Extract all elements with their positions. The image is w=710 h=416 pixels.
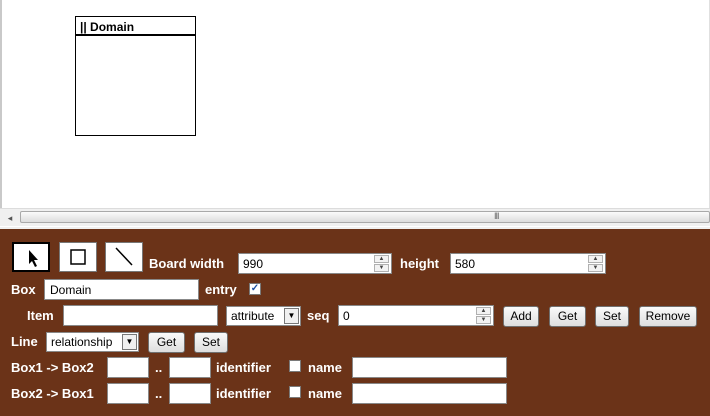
line-type-value: relationship: [51, 335, 113, 349]
identifier-label: identifier: [216, 386, 271, 401]
uml-box-title: || Domain: [76, 17, 195, 36]
box-tool-button[interactable]: [59, 242, 97, 272]
board-height-spinner[interactable]: ▲▼: [450, 253, 606, 274]
item-input[interactable]: [63, 305, 218, 326]
spinner-arrows-icon[interactable]: ▲ ▼: [476, 307, 491, 324]
get-item-button[interactable]: Get: [549, 306, 586, 327]
scrollbar-grip-icon: III: [494, 211, 499, 221]
box2-box1-identifier-checkbox[interactable]: [289, 386, 301, 398]
board-height-label: height: [400, 256, 439, 271]
box1-box2-to-input[interactable]: [169, 357, 211, 378]
diagonal-line-icon: [115, 247, 133, 266]
spinner-arrows-icon[interactable]: ▲ ▼: [588, 255, 603, 272]
item-label: Item: [27, 308, 54, 323]
range-separator: ..: [155, 386, 163, 401]
uml-class-box[interactable]: || Domain: [75, 16, 196, 136]
spinner-arrows-icon[interactable]: ▲ ▼: [374, 255, 389, 272]
entry-label: entry: [205, 282, 237, 297]
scroll-left-arrow-icon[interactable]: ◂: [3, 211, 17, 225]
box2-box1-name-input[interactable]: [352, 383, 507, 404]
select-tool-button[interactable]: [12, 242, 50, 272]
board-width-spinner[interactable]: ▲▼: [238, 253, 392, 274]
remove-item-button[interactable]: Remove: [639, 306, 697, 327]
seq-input[interactable]: [339, 306, 479, 325]
seq-spinner[interactable]: ▲▼: [338, 305, 494, 326]
box2-box1-label: Box2 -> Box1: [11, 386, 94, 401]
set-line-button[interactable]: Set: [194, 332, 228, 353]
box1-box2-from-input[interactable]: [107, 357, 149, 378]
box1-box2-label: Box1 -> Box2: [11, 360, 94, 375]
line-tool-button[interactable]: [105, 242, 143, 272]
seq-label: seq: [307, 308, 330, 323]
board-height-input[interactable]: [451, 254, 591, 273]
drawing-board[interactable]: || Domain: [0, 0, 710, 208]
arrow-pointer-icon: [29, 250, 38, 267]
name-label: name: [308, 386, 342, 401]
horizontal-scrollbar[interactable]: ◂ III: [0, 208, 710, 226]
box-name-input[interactable]: [44, 279, 199, 300]
box-label: Box: [11, 282, 36, 297]
item-type-select[interactable]: attribute ▼: [226, 306, 301, 326]
get-line-button[interactable]: Get: [148, 332, 185, 353]
box2-box1-to-input[interactable]: [169, 383, 211, 404]
editor-panel: Board width ▲▼ height ▲▼ Box entry ✓ Ite…: [0, 227, 710, 416]
range-separator: ..: [155, 360, 163, 375]
line-type-select[interactable]: relationship ▼: [46, 332, 139, 352]
box1-box2-identifier-checkbox[interactable]: [289, 360, 301, 372]
set-item-button[interactable]: Set: [595, 306, 629, 327]
line-label: Line: [11, 334, 38, 349]
add-item-button[interactable]: Add: [503, 306, 539, 327]
entry-checkbox[interactable]: ✓: [249, 283, 261, 295]
box1-box2-name-input[interactable]: [352, 357, 507, 378]
box2-box1-from-input[interactable]: [107, 383, 149, 404]
item-type-value: attribute: [231, 309, 275, 323]
board-width-input[interactable]: [239, 254, 377, 273]
square-icon: [70, 249, 86, 265]
identifier-label: identifier: [216, 360, 271, 375]
chevron-down-icon[interactable]: ▼: [122, 334, 137, 350]
name-label: name: [308, 360, 342, 375]
board-width-label: Board width: [149, 256, 225, 271]
chevron-down-icon[interactable]: ▼: [284, 308, 299, 324]
scrollbar-thumb[interactable]: III: [20, 211, 710, 223]
